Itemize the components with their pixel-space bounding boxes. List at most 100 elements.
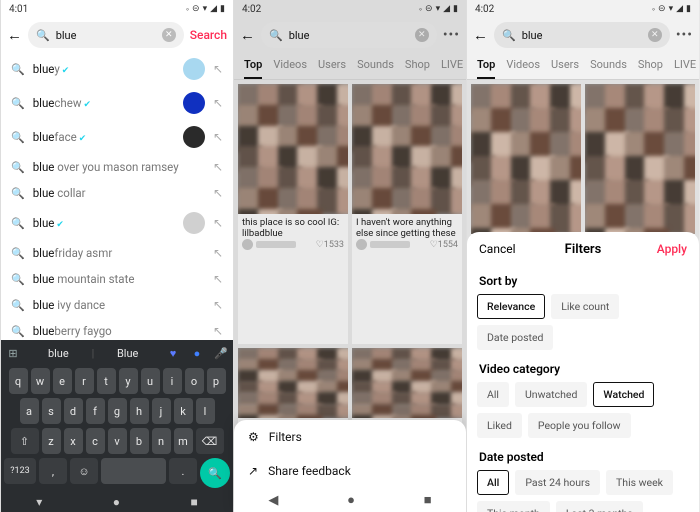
sheet-item-feedback[interactable]: ↗Share feedback — [234, 454, 466, 488]
nav-recent-icon[interactable]: ■ — [190, 495, 197, 509]
back-icon[interactable]: ← — [7, 26, 22, 44]
nav-home-icon[interactable]: ● — [113, 495, 120, 509]
mic-icon[interactable]: 🎤 — [209, 347, 233, 360]
key-p[interactable]: p — [207, 368, 226, 394]
search-icon: 🔍 — [11, 161, 25, 174]
key-i[interactable]: i — [163, 368, 182, 394]
search-icon: 🔍 — [11, 217, 25, 230]
key-a[interactable]: a — [20, 398, 39, 424]
clear-icon[interactable]: ✕ — [162, 28, 176, 42]
category-chip[interactable]: Liked — [477, 413, 522, 438]
kbd-sug-right[interactable]: Blue — [94, 347, 161, 360]
insert-icon[interactable]: ↖ — [213, 96, 223, 110]
category-chip[interactable]: All — [477, 382, 509, 407]
search-input[interactable]: blue — [56, 29, 156, 42]
insert-icon[interactable]: ↖ — [213, 246, 223, 260]
bottom-sheet: ⚙Filters ↗Share feedback ◀ ● ■ — [234, 420, 466, 512]
category-chip[interactable]: People you follow — [528, 413, 631, 438]
search-icon: 🔍 — [11, 187, 25, 200]
key-comma[interactable]: , — [39, 458, 67, 484]
suggestion-row[interactable]: 🔍 bluey✔ ↖ — [1, 52, 233, 86]
search-icon: 🔍 — [36, 29, 50, 42]
key-j[interactable]: j — [152, 398, 171, 424]
key-s[interactable]: s — [42, 398, 61, 424]
suggestion-row[interactable]: 🔍 bluechew✔ ↖ — [1, 86, 233, 120]
search-icon: 🔍 — [11, 97, 25, 110]
key-e[interactable]: e — [53, 368, 72, 394]
key-period[interactable]: . — [169, 458, 197, 484]
key-m[interactable]: m — [174, 428, 193, 454]
key-x[interactable]: x — [64, 428, 83, 454]
insert-icon[interactable]: ↖ — [213, 62, 223, 76]
date-chip[interactable]: All — [477, 470, 509, 495]
suggestion-row[interactable]: 🔍 blue✔ ↖ — [1, 206, 233, 240]
suggestion-text: bluechew✔ — [33, 96, 175, 110]
key-n[interactable]: n — [152, 428, 171, 454]
key-symbols[interactable]: ?123 — [4, 458, 36, 484]
suggestion-row[interactable]: 🔍 blueberry faygo ↖ — [1, 318, 233, 340]
key-u[interactable]: u — [141, 368, 160, 394]
key-b[interactable]: b — [130, 428, 149, 454]
search-box[interactable]: 🔍 blue ✕ — [28, 22, 184, 48]
insert-icon[interactable]: ↖ — [213, 216, 223, 230]
insert-icon[interactable]: ↖ — [213, 324, 223, 338]
suggestion-row[interactable]: 🔍 blueface✔ ↖ — [1, 120, 233, 154]
insert-icon[interactable]: ↖ — [213, 272, 223, 286]
key-r[interactable]: r — [75, 368, 94, 394]
search-button[interactable]: Search — [190, 28, 227, 42]
sort-chip[interactable]: Like count — [551, 294, 619, 319]
nav-recent-icon[interactable]: ■ — [424, 492, 432, 508]
sort-chip[interactable]: Date posted — [477, 325, 553, 350]
key-backspace[interactable]: ⌫ — [196, 428, 224, 454]
search-icon: 🔍 — [11, 247, 25, 260]
suggestion-row[interactable]: 🔍 blue collar ↖ — [1, 180, 233, 206]
sort-section-label: Sort by — [477, 266, 689, 294]
insert-icon[interactable]: ↖ — [213, 298, 223, 312]
cancel-button[interactable]: Cancel — [479, 242, 516, 256]
key-d[interactable]: d — [64, 398, 83, 424]
insert-icon[interactable]: ↖ — [213, 186, 223, 200]
category-chips: AllUnwatchedWatched LikedPeople you follo… — [477, 382, 689, 442]
date-chip[interactable]: Past 24 hours — [515, 470, 600, 495]
key-space[interactable] — [101, 458, 166, 484]
kbd-sug-left[interactable]: blue — [25, 347, 92, 360]
category-chip[interactable]: Unwatched — [515, 382, 587, 407]
key-h[interactable]: h — [130, 398, 149, 424]
date-chip[interactable]: Last 3 months — [556, 501, 643, 512]
key-v[interactable]: v — [108, 428, 127, 454]
nav-home-icon[interactable]: ● — [347, 492, 355, 508]
date-chip[interactable]: This week — [606, 470, 673, 495]
keyboard[interactable]: ⊞ blue | Blue ♥ ● 🎤 qwertyuiopasdfghjkl⇧… — [1, 340, 233, 512]
key-search[interactable]: 🔍 — [200, 458, 230, 488]
sort-chip[interactable]: Relevance — [477, 294, 545, 319]
key-o[interactable]: o — [185, 368, 204, 394]
sheet-item-filters[interactable]: ⚙Filters — [234, 420, 466, 454]
blue-circle-icon[interactable]: ● — [185, 347, 209, 360]
grid-icon[interactable]: ⊞ — [1, 347, 25, 360]
phone-results-sheet: 4:02 ◦⊝▾◢▮ ← 🔍 blue ✕ ••• TopVideosUsers… — [233, 0, 466, 512]
suggestion-row[interactable]: 🔍 blue over you mason ramsey ↖ — [1, 154, 233, 180]
insert-icon[interactable]: ↖ — [213, 130, 223, 144]
nav-back-icon[interactable]: ◀ — [268, 493, 278, 508]
key-k[interactable]: k — [174, 398, 193, 424]
date-chip[interactable]: This month — [477, 501, 550, 512]
key-y[interactable]: y — [119, 368, 138, 394]
key-l[interactable]: l — [196, 398, 215, 424]
heart-icon[interactable]: ♥ — [161, 347, 185, 360]
key-q[interactable]: q — [9, 368, 28, 394]
key-f[interactable]: f — [86, 398, 105, 424]
key-c[interactable]: c — [86, 428, 105, 454]
apply-button[interactable]: Apply — [657, 242, 687, 256]
key-emoji[interactable]: ☺ — [70, 458, 98, 484]
category-chip[interactable]: Watched — [593, 382, 654, 407]
insert-icon[interactable]: ↖ — [213, 160, 223, 174]
suggestion-row[interactable]: 🔍 blue ivy dance ↖ — [1, 292, 233, 318]
key-g[interactable]: g — [108, 398, 127, 424]
key-t[interactable]: t — [97, 368, 116, 394]
key-shift[interactable]: ⇧ — [11, 428, 39, 454]
suggestion-row[interactable]: 🔍 bluefriday asmr ↖ — [1, 240, 233, 266]
key-w[interactable]: w — [31, 368, 50, 394]
nav-back-icon[interactable]: ▾ — [36, 495, 42, 509]
key-z[interactable]: z — [42, 428, 61, 454]
suggestion-row[interactable]: 🔍 blue mountain state ↖ — [1, 266, 233, 292]
